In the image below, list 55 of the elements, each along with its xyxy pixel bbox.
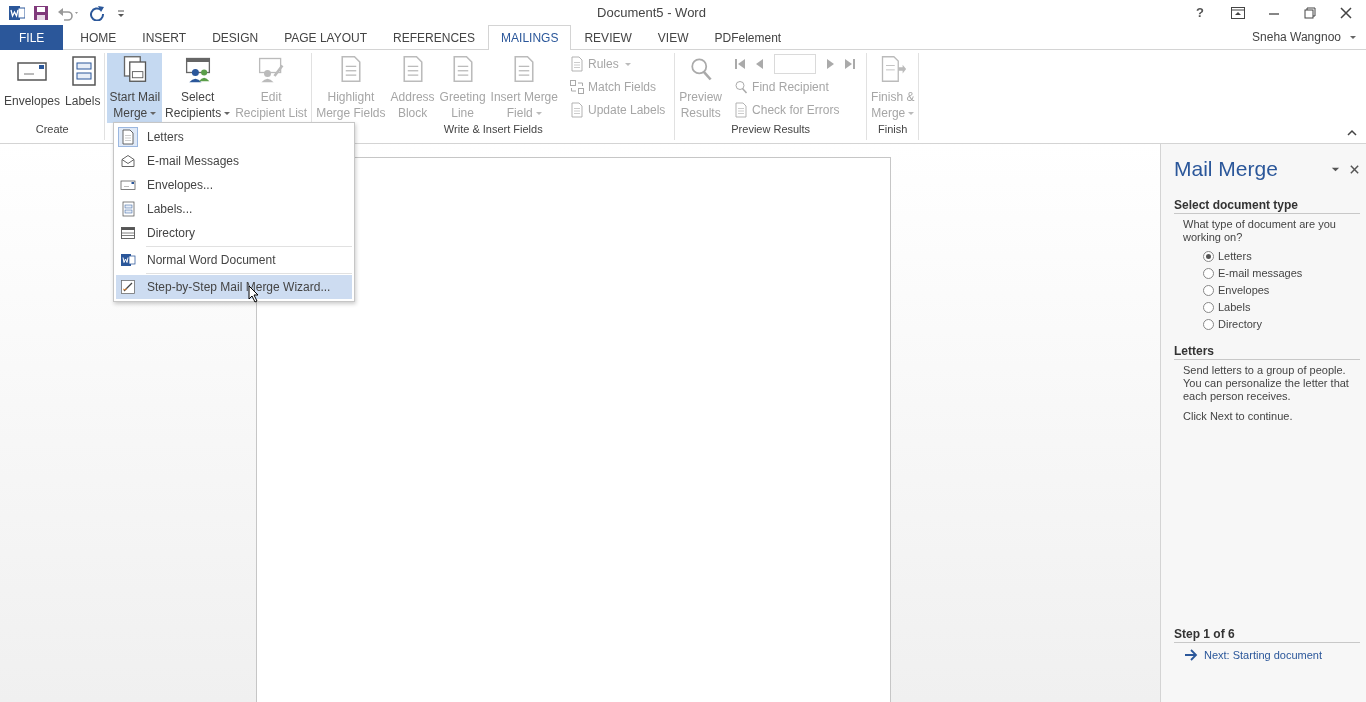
radio-option[interactable]: Directory xyxy=(1203,318,1360,330)
ribbon-button[interactable]: Labels xyxy=(63,53,103,123)
help-button[interactable]: ? xyxy=(1190,5,1210,20)
arrow-right-icon xyxy=(1184,649,1198,661)
swap-icon xyxy=(568,79,585,95)
envelope-icon xyxy=(120,177,136,193)
menu-item[interactable]: Envelopes... xyxy=(116,173,352,197)
word-logo-icon[interactable] xyxy=(9,4,25,21)
restore-icon[interactable] xyxy=(1302,4,1318,21)
menu-item[interactable]: Normal Word Document xyxy=(116,248,352,272)
window-title: Document5 - Word xyxy=(596,5,707,20)
ribbon-tab[interactable]: DESIGN xyxy=(199,25,272,50)
group-label: Finish xyxy=(878,123,908,135)
ribbon-tab[interactable]: HOME xyxy=(67,25,130,50)
hint-text: Click Next to continue. xyxy=(1182,409,1294,423)
pane-title: Mail Merge xyxy=(1174,157,1279,181)
close-icon[interactable] xyxy=(1338,4,1354,21)
radio-option[interactable]: Envelopes xyxy=(1203,284,1360,296)
description-text: Send letters to a group of people. You can personalize the letter that each person receives. xyxy=(1182,363,1350,403)
radio-option[interactable]: E-mail messages xyxy=(1203,267,1360,279)
group-label: Write & Insert Fields xyxy=(443,123,543,135)
ribbon-tab[interactable]: PAGE LAYOUT xyxy=(271,25,381,50)
ribbon-tab[interactable]: REVIEW xyxy=(571,25,645,50)
labels-icon xyxy=(120,201,136,217)
document-icon xyxy=(120,129,136,145)
redo-icon[interactable] xyxy=(89,4,105,21)
step-heading: Step 1 of 6 xyxy=(1174,627,1360,643)
section-heading: Select document type xyxy=(1174,198,1360,214)
close-icon[interactable] xyxy=(1349,163,1360,175)
menu-item[interactable]: Labels... xyxy=(116,197,352,221)
ribbon-tab[interactable]: VIEW xyxy=(644,25,702,50)
save-icon[interactable] xyxy=(33,4,49,21)
menu-item[interactable]: E-mail Messages xyxy=(116,149,352,173)
user-account-button[interactable]: Sneha Wangnoo xyxy=(1242,25,1366,49)
envelope-open-icon xyxy=(120,153,136,169)
ribbon-tab[interactable]: INSERT xyxy=(129,25,200,50)
section-heading: Letters xyxy=(1174,344,1360,360)
question-text: What type of document are you working on? xyxy=(1182,217,1337,244)
ribbon-display-icon[interactable] xyxy=(1230,4,1246,21)
menu-item[interactable]: Letters xyxy=(116,125,352,149)
ribbon-tab[interactable]: REFERENCES xyxy=(380,25,489,50)
radio-option[interactable]: Letters xyxy=(1203,250,1360,262)
group-label: Preview Results xyxy=(731,123,811,135)
magnifier-icon xyxy=(733,79,750,95)
next-link[interactable]: Next: Starting document xyxy=(1174,647,1360,661)
menu-item[interactable]: Directory xyxy=(116,221,352,245)
radio-option[interactable]: Labels xyxy=(1203,301,1360,313)
ribbon-tab[interactable]: MAILINGS xyxy=(488,25,572,50)
ribbon-button[interactable]: Envelopes xyxy=(2,53,63,123)
list-icon xyxy=(120,225,136,241)
word-logo-icon xyxy=(120,252,136,268)
ribbon-button[interactable]: Start Mail Merge xyxy=(107,53,163,123)
file-tab[interactable]: FILE xyxy=(0,25,64,50)
group-label: Create xyxy=(35,123,69,135)
ribbon-tab[interactable]: PDFelement xyxy=(701,25,795,50)
